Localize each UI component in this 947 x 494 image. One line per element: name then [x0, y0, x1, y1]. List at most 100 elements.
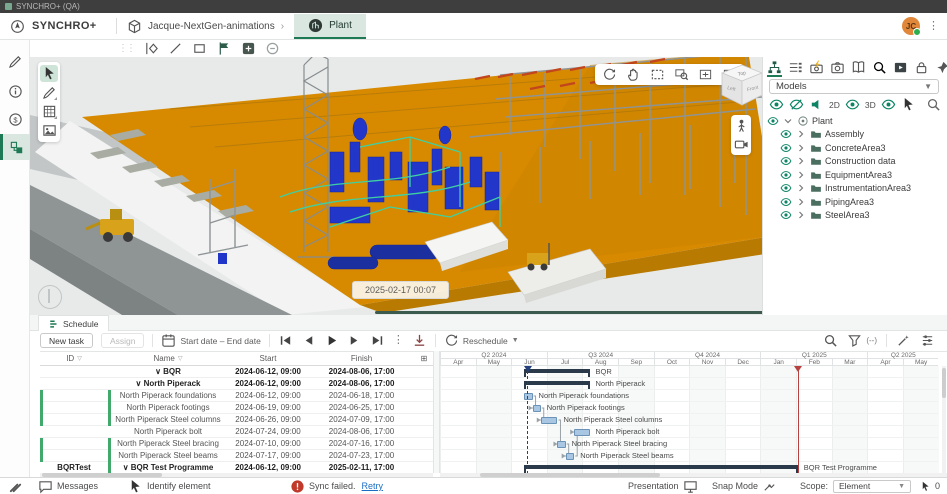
task-cell-start[interactable]: 2024-07-24, 09:00: [228, 426, 308, 438]
select-visibility-cursor-icon[interactable]: [901, 97, 916, 112]
gantt-bar-bqr[interactable]: [524, 369, 589, 373]
step-back-icon[interactable]: [301, 333, 316, 348]
new-task-button[interactable]: New task: [40, 333, 93, 348]
select-window-icon[interactable]: [650, 67, 665, 82]
task-cell-options[interactable]: [415, 414, 433, 426]
search-tab[interactable]: [872, 60, 887, 77]
wand-icon[interactable]: [896, 333, 911, 348]
column-header-name[interactable]: Name▽: [108, 352, 228, 366]
task-cell-finish[interactable]: 2024-07-23, 17:00: [308, 450, 415, 462]
task-cell-id[interactable]: [40, 414, 108, 426]
task-cell-name[interactable]: North Piperack Steel beams: [108, 450, 228, 462]
focus-date-line-marker[interactable]: [794, 366, 802, 372]
task-cell-finish[interactable]: 2024-08-06, 17:00: [308, 378, 415, 390]
skip-to-end-icon[interactable]: [370, 333, 385, 348]
add-box-icon[interactable]: [241, 41, 256, 56]
task-cell-id[interactable]: [40, 378, 108, 390]
visibility-eye-icon[interactable]: [780, 128, 792, 140]
tab-schedule[interactable]: Schedule: [38, 315, 109, 331]
null-circle-icon[interactable]: [265, 41, 280, 56]
tree-item-assembly[interactable]: Assembly: [767, 128, 944, 142]
toolbar-drag-handle[interactable]: ⋮⋮: [118, 43, 134, 54]
schedule-search-icon[interactable]: [823, 333, 838, 348]
gantt-bar-north-piperack-bolt[interactable]: [574, 429, 589, 436]
pin-panel[interactable]: [935, 60, 947, 77]
flag-milestone-icon[interactable]: [217, 41, 232, 56]
library-tab[interactable]: [851, 60, 866, 77]
task-cell-start[interactable]: 2024-06-12, 09:00: [228, 378, 308, 390]
viewer-tab[interactable]: [893, 60, 908, 77]
tools-wrench-icon[interactable]: [8, 479, 23, 494]
lock-tab[interactable]: [914, 60, 929, 77]
breadcrumb-project[interactable]: Jacque-NextGen-animations: [148, 21, 275, 32]
paint-tool[interactable]: [40, 84, 58, 101]
data-date-line-marker[interactable]: [524, 366, 532, 372]
gantt-bar-north-piperack-steel-bracing[interactable]: [557, 441, 565, 448]
visibility-eye-icon[interactable]: [767, 115, 779, 127]
walkthrough-person-icon[interactable]: [734, 118, 749, 133]
gantt-bar-north-piperack[interactable]: [524, 381, 589, 385]
skip-to-start-icon[interactable]: [278, 333, 293, 348]
animations-tab[interactable]: [809, 60, 824, 77]
column-header-options[interactable]: ⊞: [415, 352, 433, 366]
models-tree-tab[interactable]: [767, 60, 782, 77]
task-cell-id[interactable]: [40, 450, 108, 462]
zoom-window-icon[interactable]: [674, 67, 689, 82]
gantt-bar-north-piperack-steel-columns[interactable]: [541, 417, 558, 424]
visibility-eye-icon[interactable]: [780, 209, 792, 221]
task-cell-start[interactable]: 2024-06-12, 09:00: [228, 390, 308, 402]
task-cell-options[interactable]: [415, 378, 433, 390]
sidebar-item-models[interactable]: [0, 134, 30, 160]
column-header-id[interactable]: ID▽: [40, 352, 108, 366]
task-cell-options[interactable]: [415, 426, 433, 438]
breadcrumb[interactable]: Jacque-NextGen-animations ›: [127, 19, 284, 34]
tree-item-concretearea3[interactable]: ConcreteArea3: [767, 141, 944, 155]
task-cell-name[interactable]: North Piperack footings: [108, 402, 228, 414]
sidebar-item-cost[interactable]: $: [0, 106, 30, 132]
chevron-right-icon[interactable]: [795, 209, 807, 221]
chevron-right-icon[interactable]: [795, 155, 807, 167]
select-tool[interactable]: [40, 65, 58, 82]
task-cell-name[interactable]: North Piperack Steel bracing: [108, 438, 228, 450]
3d-viewport[interactable]: Top Left Front 2025-02-17 00:07: [30, 57, 762, 315]
task-cell-finish[interactable]: 2024-08-06, 17:00: [308, 426, 415, 438]
assign-button[interactable]: Assign: [101, 333, 145, 348]
visibility-eye-icon[interactable]: [780, 142, 792, 154]
task-cell-options[interactable]: [415, 438, 433, 450]
pan-hand-icon[interactable]: [626, 67, 641, 82]
task-cell-finish[interactable]: 2024-06-25, 17:00: [308, 402, 415, 414]
step-forward-icon[interactable]: [347, 333, 362, 348]
task-cell-start[interactable]: 2024-06-12, 09:00: [228, 366, 308, 378]
task-cell-id[interactable]: [40, 390, 108, 402]
keyframe-tool-icon[interactable]: [144, 41, 159, 56]
tree-item-steelarea3[interactable]: SteelArea3: [767, 209, 944, 223]
task-cell-options[interactable]: [415, 402, 433, 414]
3d-scene-canvas[interactable]: [30, 57, 762, 315]
task-cell-name[interactable]: North Piperack foundations: [108, 390, 228, 402]
line-tool-icon[interactable]: [168, 41, 183, 56]
2d-eye-icon[interactable]: [845, 97, 860, 112]
chevron-right-icon[interactable]: [795, 128, 807, 140]
compass-icon[interactable]: [38, 285, 62, 309]
tree-item-pipingarea3[interactable]: PipingArea3: [767, 195, 944, 209]
messages-button[interactable]: Messages: [38, 479, 98, 494]
gantt-chart[interactable]: Q2 2024Q3 2024Q4 2024Q1 2025Q2 2025AprMa…: [440, 351, 947, 474]
properties-tab[interactable]: [788, 60, 803, 77]
tree-item-equipmentarea3[interactable]: EquipmentArea3: [767, 168, 944, 182]
task-cell-id[interactable]: [40, 438, 108, 450]
task-cell-finish[interactable]: 2024-08-06, 17:00: [308, 366, 415, 378]
chevron-down-icon[interactable]: [782, 115, 794, 127]
snapshot-tool[interactable]: [40, 122, 58, 139]
gantt-bar-north-piperack-foundations[interactable]: [524, 393, 532, 400]
filter-icon[interactable]: ▽: [77, 355, 82, 362]
tree-search-icon[interactable]: [926, 97, 941, 112]
gantt-bar-north-piperack-steel-beams[interactable]: [566, 453, 575, 460]
task-cell-finish[interactable]: 2024-07-16, 17:00: [308, 438, 415, 450]
tree-item-instrumentationarea3[interactable]: InstrumentationArea3: [767, 182, 944, 196]
sidebar-item-info[interactable]: [0, 78, 30, 104]
task-cell-options[interactable]: [415, 450, 433, 462]
chevron-right-icon[interactable]: [795, 196, 807, 208]
task-cell-id[interactable]: [40, 426, 108, 438]
task-cell-finish[interactable]: 2024-06-18, 17:00: [308, 390, 415, 402]
isolate-speaker-icon[interactable]: [809, 97, 824, 112]
